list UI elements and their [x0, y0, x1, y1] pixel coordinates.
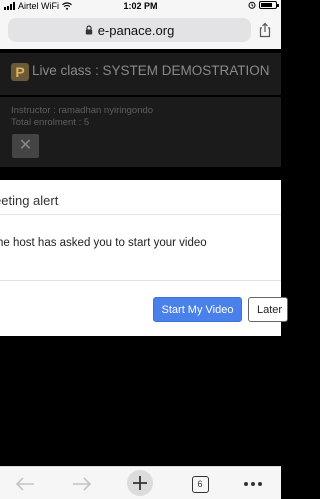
- new-tab-button[interactable]: [127, 470, 153, 496]
- tab-count: 6: [191, 475, 209, 493]
- tabs-button[interactable]: 6: [188, 472, 212, 496]
- back-arrow-icon: [15, 477, 34, 491]
- url-text: e-panace.org: [97, 22, 175, 38]
- status-bar: Airtel WiFi 1:02 PM: [0, 0, 281, 12]
- close-button[interactable]: ✕: [12, 134, 39, 158]
- dialog-footer-divider: [0, 280, 281, 281]
- more-button[interactable]: [241, 472, 265, 496]
- dialog-message: he host has asked you to start your vide…: [0, 237, 207, 249]
- meeting-alert-dialog: eeting alert he host has asked you to st…: [0, 180, 288, 336]
- forward-button[interactable]: [70, 472, 94, 496]
- address-bar[interactable]: e-panace.org: [8, 18, 251, 42]
- plus-icon: [127, 470, 153, 496]
- browser-url-area: e-panace.org: [0, 12, 281, 49]
- battery-icon: [259, 1, 279, 9]
- browser-toolbar: 6: [0, 466, 281, 499]
- more-icon: [244, 482, 262, 486]
- instructor-text: Instructor : ramadhan nyiringondo: [11, 105, 154, 116]
- status-right: [248, 1, 279, 9]
- page-header: P Live class : SYSTEM DEMOSTRATION: [0, 53, 281, 95]
- dialog-title: eeting alert: [0, 193, 59, 208]
- status-time: 1:02 PM: [123, 1, 158, 11]
- share-icon[interactable]: [257, 22, 273, 38]
- dialog-header-divider: [0, 214, 281, 215]
- back-button[interactable]: [13, 472, 37, 496]
- site-logo: P: [11, 63, 29, 81]
- enrolment-text: Total enrolment : 5: [11, 117, 90, 128]
- alarm-icon: [248, 1, 256, 9]
- later-button[interactable]: Later: [248, 297, 288, 322]
- class-info-panel: Instructor : ramadhan nyiringondo Total …: [0, 97, 281, 167]
- page-title: Live class : SYSTEM DEMOSTRATION: [32, 63, 270, 78]
- forward-arrow-icon: [73, 477, 92, 491]
- lock-icon: [85, 25, 92, 35]
- start-my-video-button[interactable]: Start My Video: [153, 297, 242, 322]
